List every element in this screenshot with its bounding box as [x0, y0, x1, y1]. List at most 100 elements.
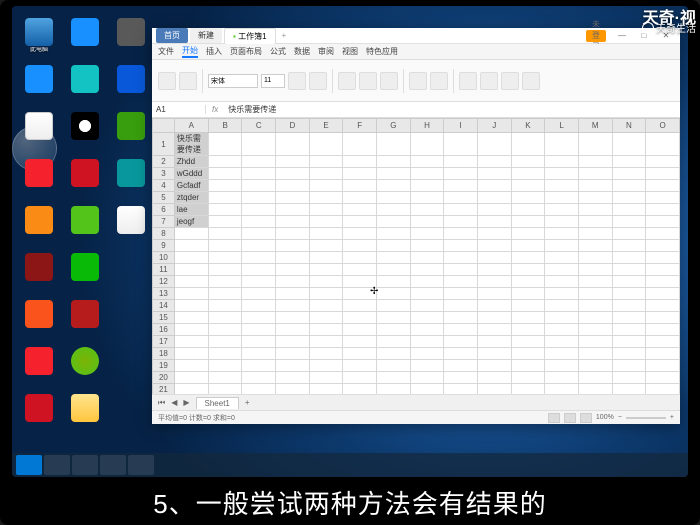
cell[interactable] — [242, 372, 276, 384]
cell[interactable] — [477, 324, 511, 336]
cell[interactable] — [377, 312, 411, 324]
cell[interactable] — [242, 384, 276, 395]
row-header[interactable]: 6 — [153, 204, 175, 216]
cell[interactable] — [646, 240, 680, 252]
cell[interactable] — [276, 276, 310, 288]
cell[interactable] — [377, 168, 411, 180]
cell[interactable] — [511, 276, 545, 288]
cell[interactable] — [545, 276, 579, 288]
cell[interactable] — [646, 204, 680, 216]
sheet-nav-prev[interactable]: ◀ — [171, 398, 177, 407]
cell[interactable] — [242, 360, 276, 372]
cell[interactable] — [477, 348, 511, 360]
cell[interactable] — [208, 276, 242, 288]
cell[interactable] — [343, 240, 377, 252]
cell[interactable] — [477, 300, 511, 312]
cell[interactable] — [309, 348, 343, 360]
cell[interactable] — [242, 264, 276, 276]
cell[interactable] — [410, 324, 444, 336]
column-header[interactable]: E — [309, 119, 343, 133]
cell[interactable] — [377, 384, 411, 395]
cell[interactable] — [343, 372, 377, 384]
cell[interactable] — [410, 300, 444, 312]
cell[interactable] — [208, 264, 242, 276]
cell[interactable] — [174, 336, 208, 348]
cell[interactable] — [545, 228, 579, 240]
paste-button[interactable] — [158, 72, 176, 90]
cell[interactable] — [410, 240, 444, 252]
cell[interactable] — [208, 384, 242, 395]
desktop-icon[interactable] — [21, 300, 57, 344]
titlebar-tab-workbook[interactable]: ▪ 工作簿1 — [224, 28, 276, 44]
cell[interactable] — [377, 156, 411, 168]
cell[interactable] — [646, 252, 680, 264]
cell[interactable] — [511, 372, 545, 384]
sheet-add-button[interactable]: + — [245, 398, 250, 407]
cell[interactable] — [242, 288, 276, 300]
cell[interactable] — [276, 156, 310, 168]
cut-button[interactable] — [179, 72, 197, 90]
cell[interactable] — [477, 168, 511, 180]
cell[interactable] — [578, 156, 612, 168]
cell[interactable] — [410, 360, 444, 372]
cell[interactable] — [174, 228, 208, 240]
cell[interactable] — [511, 288, 545, 300]
cell[interactable] — [242, 216, 276, 228]
desktop-icon[interactable] — [113, 65, 149, 109]
cell-reference-box[interactable]: A1 — [152, 105, 206, 114]
desktop-icon[interactable] — [21, 394, 57, 438]
cell[interactable] — [578, 240, 612, 252]
cell[interactable] — [276, 240, 310, 252]
menu-layout[interactable]: 页面布局 — [230, 46, 262, 57]
cell[interactable] — [343, 228, 377, 240]
cell[interactable] — [477, 204, 511, 216]
cell[interactable] — [309, 300, 343, 312]
cell[interactable] — [612, 264, 646, 276]
cell[interactable] — [343, 264, 377, 276]
cell[interactable] — [208, 156, 242, 168]
cell[interactable] — [309, 252, 343, 264]
titlebar-tab-new[interactable]: 新建 — [190, 28, 222, 43]
cell[interactable] — [174, 312, 208, 324]
cell[interactable] — [511, 312, 545, 324]
cell[interactable] — [578, 216, 612, 228]
cell[interactable] — [343, 168, 377, 180]
cell[interactable] — [511, 156, 545, 168]
cell[interactable] — [208, 312, 242, 324]
cell[interactable] — [477, 216, 511, 228]
zoom-in-button[interactable]: + — [670, 414, 674, 421]
cell[interactable] — [309, 156, 343, 168]
cell[interactable] — [276, 204, 310, 216]
cell[interactable]: ztqder — [174, 192, 208, 204]
cell[interactable] — [444, 372, 478, 384]
row-header[interactable]: 4 — [153, 180, 175, 192]
desktop-icon[interactable] — [21, 253, 57, 297]
cell[interactable] — [612, 360, 646, 372]
cell[interactable] — [646, 264, 680, 276]
cell[interactable] — [377, 288, 411, 300]
cell[interactable] — [343, 384, 377, 395]
cell[interactable] — [208, 192, 242, 204]
cell[interactable] — [343, 156, 377, 168]
cell[interactable] — [208, 288, 242, 300]
cell[interactable] — [477, 240, 511, 252]
filter-button[interactable] — [522, 72, 540, 90]
cell[interactable] — [477, 336, 511, 348]
cell[interactable] — [477, 372, 511, 384]
cell[interactable] — [444, 133, 478, 156]
cell[interactable] — [545, 168, 579, 180]
row-header[interactable]: 17 — [153, 336, 175, 348]
cell[interactable] — [377, 228, 411, 240]
cell[interactable] — [242, 192, 276, 204]
cell[interactable] — [444, 180, 478, 192]
cell[interactable] — [646, 216, 680, 228]
cell[interactable] — [612, 312, 646, 324]
login-button[interactable]: 未登录 — [586, 30, 606, 42]
cell[interactable] — [276, 180, 310, 192]
cell[interactable] — [578, 360, 612, 372]
column-header[interactable]: H — [410, 119, 444, 133]
sheet-tab[interactable]: Sheet1 — [196, 397, 239, 409]
cell[interactable] — [511, 168, 545, 180]
merge-button[interactable] — [409, 72, 427, 90]
cell[interactable] — [208, 372, 242, 384]
